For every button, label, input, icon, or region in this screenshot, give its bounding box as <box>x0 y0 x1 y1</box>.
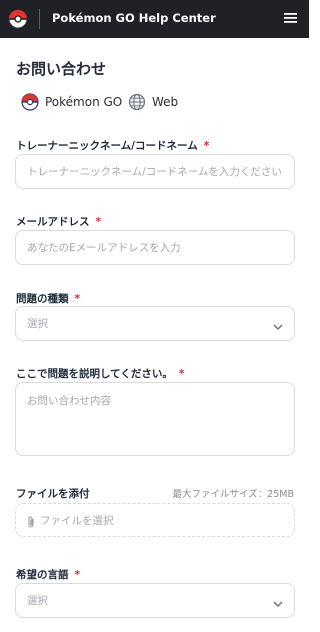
page-title: お問い合わせ <box>16 60 107 78</box>
description-label-text: ここで問題を説明してください。 <box>16 368 173 380</box>
description-placeholder: お問い合わせ内容 <box>27 395 111 407</box>
issue-type-select[interactable]: 選択 <box>15 306 295 341</box>
required-mark: * <box>203 140 210 152</box>
email-placeholder: あなたのEメールアドレスを入力 <box>27 242 181 254</box>
attachment-label-text: ファイルを添付 <box>16 488 90 500</box>
file-upload-label: ファイルを選択 <box>40 515 114 527</box>
pokeball-icon[interactable] <box>8 9 28 29</box>
issue-type-value: 選択 <box>27 318 48 330</box>
language-label-text: 希望の言語 <box>16 569 69 581</box>
app-header: Pokémon GO Help Center <box>0 0 309 38</box>
globe-icon <box>128 93 146 111</box>
trainer-name-label: トレーナーニックネーム/コードネーム * <box>16 138 209 153</box>
platform-pokemon-go[interactable]: Pokémon GO <box>21 92 122 112</box>
trainer-name-input[interactable]: トレーナーニックネーム/コードネームを入力ください <box>15 154 295 189</box>
required-mark: * <box>95 216 102 228</box>
trainer-name-placeholder: トレーナーニックネーム/コードネームを入力ください <box>27 166 282 178</box>
trainer-name-label-text: トレーナーニックネーム/コードネーム <box>16 140 198 152</box>
required-mark: * <box>74 569 81 581</box>
chevron-down-icon <box>272 595 284 608</box>
app-title[interactable]: Pokémon GO Help Center <box>52 11 216 25</box>
hamburger-menu-icon[interactable] <box>282 10 300 26</box>
language-select[interactable]: 選択 <box>15 583 295 618</box>
issue-type-label: 問題の種類 * <box>16 291 80 306</box>
platform-label: Web <box>152 95 179 109</box>
description-label: ここで問題を説明してください。 * <box>16 366 184 381</box>
attachment-label: ファイルを添付 <box>16 486 90 501</box>
platform-web[interactable]: Web <box>128 92 178 112</box>
email-label: メールアドレス * <box>16 214 101 229</box>
description-textarea[interactable]: お問い合わせ内容 <box>15 382 295 456</box>
pokeball-icon <box>21 93 39 111</box>
paperclip-icon <box>26 514 36 528</box>
required-mark: * <box>178 368 185 380</box>
chevron-down-icon <box>272 318 284 331</box>
header-divider <box>39 9 40 29</box>
platform-label: Pokémon GO <box>45 95 123 109</box>
issue-type-label-text: 問題の種類 <box>16 293 69 305</box>
language-value: 選択 <box>27 595 48 607</box>
language-label: 希望の言語 * <box>16 567 80 582</box>
email-label-text: メールアドレス <box>16 216 90 228</box>
file-upload-button[interactable]: ファイルを選択 <box>15 503 295 537</box>
email-input[interactable]: あなたのEメールアドレスを入力 <box>15 230 295 265</box>
max-file-size-hint: 最大ファイルサイズ：25MB <box>172 489 294 500</box>
required-mark: * <box>74 293 81 305</box>
